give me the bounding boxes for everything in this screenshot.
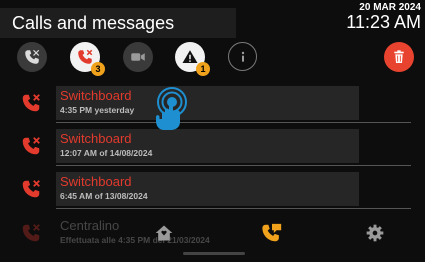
call-time: 4:35 PM yesterday	[60, 105, 135, 115]
filter-missed-calls-button[interactable]: 3	[70, 42, 105, 76]
nav-calls-button[interactable]	[259, 220, 285, 246]
missed-call-icon	[22, 137, 40, 155]
call-list-item[interactable]: Switchboard 4:35 PM yesterday	[0, 86, 425, 132]
divider	[56, 208, 411, 209]
phone-missed-icon	[78, 49, 93, 64]
nav-settings-button[interactable]	[362, 220, 388, 246]
nav-home-button[interactable]	[151, 220, 177, 246]
home-indicator	[183, 252, 245, 255]
alerts-badge: 1	[196, 62, 210, 76]
call-time: 12:07 AM of 14/08/2024	[60, 148, 153, 158]
info-button[interactable]	[228, 42, 257, 71]
video-camera-icon	[131, 53, 145, 61]
filter-alerts-button[interactable]: 1	[175, 42, 210, 76]
divider	[56, 165, 411, 166]
phone-chat-icon	[262, 223, 282, 242]
home-icon	[155, 225, 173, 241]
missed-call-icon	[22, 94, 40, 112]
filter-toolbar: 3 1	[0, 38, 425, 78]
caller-name: Switchboard	[60, 174, 132, 189]
warning-icon	[182, 50, 198, 63]
missed-calls-badge: 3	[91, 62, 105, 76]
phone-all-icon	[25, 49, 40, 64]
tap-hand-icon	[156, 87, 187, 130]
gear-icon	[366, 224, 384, 242]
trash-icon	[394, 50, 404, 63]
clock: 11:23 AM	[346, 12, 421, 32]
call-time: 6:45 AM of 13/08/2024	[60, 191, 148, 201]
filter-video-button[interactable]	[123, 42, 153, 72]
divider	[56, 122, 411, 123]
caller-name: Switchboard	[60, 131, 132, 146]
delete-button[interactable]	[384, 42, 414, 72]
info-icon	[241, 51, 244, 62]
missed-call-icon	[22, 180, 40, 198]
caller-name: Switchboard	[60, 88, 132, 103]
bottom-nav	[0, 214, 425, 259]
call-list-item[interactable]: Switchboard 12:07 AM of 14/08/2024	[0, 129, 425, 175]
filter-all-calls-button[interactable]	[17, 42, 47, 72]
page-title: Calls and messages	[12, 13, 175, 33]
call-list-item[interactable]: Switchboard 6:45 AM of 13/08/2024	[0, 172, 425, 218]
